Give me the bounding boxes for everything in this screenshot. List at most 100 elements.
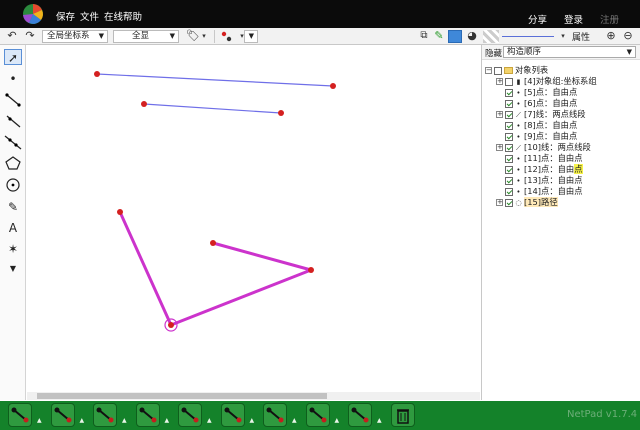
line-tool-button[interactable] xyxy=(50,403,75,427)
measure-tool-button[interactable] xyxy=(348,403,372,427)
expand-up-icon[interactable]: ▲ xyxy=(165,417,170,424)
palette-icon[interactable]: ◕ xyxy=(466,30,478,42)
visibility-checkbox[interactable] xyxy=(505,198,513,207)
tree-item[interactable]: + ⟋ [7]线：两点线段 xyxy=(496,109,586,119)
arc-tool-button[interactable] xyxy=(263,403,287,427)
redo-icon[interactable]: ↷ xyxy=(24,30,36,42)
expand-icon[interactable]: + xyxy=(496,199,503,206)
visibility-checkbox[interactable] xyxy=(505,110,513,119)
circle-tool-button[interactable] xyxy=(178,403,202,427)
text-tool-icon[interactable]: A xyxy=(4,220,22,236)
tag-icon[interactable]: 🏷 xyxy=(186,30,200,42)
zoom-in-icon[interactable]: ⊕ xyxy=(605,30,617,42)
free-point[interactable] xyxy=(168,322,174,328)
free-point[interactable] xyxy=(210,240,216,246)
expand-up-icon[interactable]: ▲ xyxy=(207,417,212,424)
pen-icon[interactable]: ✎ xyxy=(433,30,445,42)
point-set-button[interactable] xyxy=(220,403,245,427)
line-tool-icon[interactable] xyxy=(4,134,22,150)
expand-up-icon[interactable]: ▲ xyxy=(37,417,42,424)
free-point[interactable] xyxy=(308,267,314,273)
line-style-preview[interactable] xyxy=(502,36,554,37)
free-point[interactable] xyxy=(278,110,284,116)
checkbox[interactable] xyxy=(494,66,502,75)
chevron-down-icon[interactable]: ▾ xyxy=(557,30,569,42)
expand-up-icon[interactable]: ▲ xyxy=(292,417,297,424)
tree-item[interactable]: • [6]点：自由点 xyxy=(496,98,577,108)
more-tools-chevron-icon[interactable]: ▼ xyxy=(4,261,22,277)
visibility-checkbox[interactable] xyxy=(505,132,513,141)
menu-online-help[interactable]: 在线帮助 xyxy=(104,9,142,23)
visibility-checkbox[interactable] xyxy=(505,77,513,86)
visibility-checkbox[interactable] xyxy=(505,99,513,108)
free-point[interactable] xyxy=(330,83,336,89)
fill-color-swatch[interactable] xyxy=(448,30,462,43)
chevron-down-icon[interactable]: ▾ xyxy=(198,30,210,42)
tree-item[interactable]: • [11]点：自由点 xyxy=(496,153,583,163)
intersect-tool-button[interactable] xyxy=(305,403,330,427)
undo-icon[interactable]: ↶ xyxy=(6,30,18,42)
collapse-icon[interactable]: − xyxy=(485,67,492,74)
tree-item[interactable]: − 对象列表 xyxy=(485,65,548,75)
tree-item[interactable]: • [12]点：自由点 xyxy=(496,164,583,174)
polygon-tool-icon[interactable] xyxy=(4,155,22,171)
menu-save[interactable]: 保存 xyxy=(56,9,75,23)
tree-item[interactable]: • [13]点：自由点 xyxy=(496,175,583,185)
segment-10[interactable] xyxy=(143,103,282,114)
magic-wand-icon[interactable]: ✶ xyxy=(4,241,22,257)
tree-item[interactable]: • [5]点：自由点 xyxy=(496,87,577,97)
select-arrow-icon[interactable]: ➚ xyxy=(4,49,22,65)
tree-item[interactable]: • [8]点：自由点 xyxy=(496,120,577,130)
visibility-checkbox[interactable] xyxy=(505,165,513,174)
expand-up-icon[interactable]: ▲ xyxy=(122,417,127,424)
transparency-icon[interactable] xyxy=(483,30,499,43)
expand-up-icon[interactable]: ▲ xyxy=(250,417,255,424)
register-button[interactable]: 注册 xyxy=(600,12,619,26)
free-point[interactable] xyxy=(94,71,100,77)
expand-icon[interactable]: + xyxy=(496,144,503,151)
expand-up-icon[interactable]: ▲ xyxy=(335,417,340,424)
path-15[interactable] xyxy=(118,211,313,327)
visibility-checkbox[interactable] xyxy=(505,154,513,163)
points-tool-button[interactable] xyxy=(135,403,160,427)
zoom-out-icon[interactable]: ⊖ xyxy=(622,30,634,42)
free-point[interactable] xyxy=(141,101,147,107)
circle-tool-icon[interactable] xyxy=(4,177,22,193)
segment-7[interactable] xyxy=(96,73,334,87)
segment-tool-icon[interactable] xyxy=(4,92,22,108)
polyline-tool-button[interactable] xyxy=(93,403,117,427)
free-point[interactable] xyxy=(117,209,123,215)
tree-item[interactable]: • [9]点：自由点 xyxy=(496,131,577,141)
segment-tool-button[interactable] xyxy=(8,403,32,427)
tree-item[interactable]: + ⟋ [10]线：两点线段 xyxy=(496,142,591,152)
menu-file[interactable]: 文件 xyxy=(80,9,99,23)
visibility-checkbox[interactable] xyxy=(505,121,513,130)
expand-up-icon[interactable]: ▲ xyxy=(377,417,382,424)
tree-item[interactable]: • [14]点：自由点 xyxy=(496,186,583,196)
copy-icon[interactable]: ⧉ xyxy=(418,30,430,42)
display-select[interactable]: 全显 ▼ xyxy=(113,30,179,43)
horizontal-scrollbar[interactable] xyxy=(27,392,480,400)
scrollbar-thumb[interactable] xyxy=(37,393,327,399)
visibility-checkbox[interactable] xyxy=(505,176,513,185)
login-button[interactable]: 登录 xyxy=(564,12,583,26)
expand-icon[interactable]: + xyxy=(496,111,503,118)
trash-button[interactable] xyxy=(390,403,415,427)
order-select[interactable]: 构造顺序 ▼ xyxy=(503,46,636,58)
style-select[interactable]: ▼ xyxy=(244,30,258,43)
visibility-checkbox[interactable] xyxy=(505,88,513,97)
ray-tool-icon[interactable] xyxy=(4,113,22,129)
visibility-checkbox[interactable] xyxy=(505,187,513,196)
drawing-canvas[interactable] xyxy=(27,45,480,400)
properties-button[interactable]: 属性 xyxy=(572,30,590,43)
coord-system-select[interactable]: 全局坐标系 ▼ xyxy=(42,30,108,43)
visibility-checkbox[interactable] xyxy=(505,143,513,152)
points-style-icon[interactable] xyxy=(220,30,234,43)
expand-up-icon[interactable]: ▲ xyxy=(80,417,85,424)
tree-item[interactable]: + ◌ [15]路径 xyxy=(496,197,558,207)
tree-item[interactable]: + ▮ [4]对象组:坐标系组 xyxy=(496,76,597,86)
pencil-tool-icon[interactable]: ✎ xyxy=(4,199,22,215)
expand-icon[interactable]: + xyxy=(496,78,503,85)
hide-label[interactable]: 隐藏 xyxy=(485,47,502,59)
point-tool-icon[interactable]: • xyxy=(4,71,22,87)
